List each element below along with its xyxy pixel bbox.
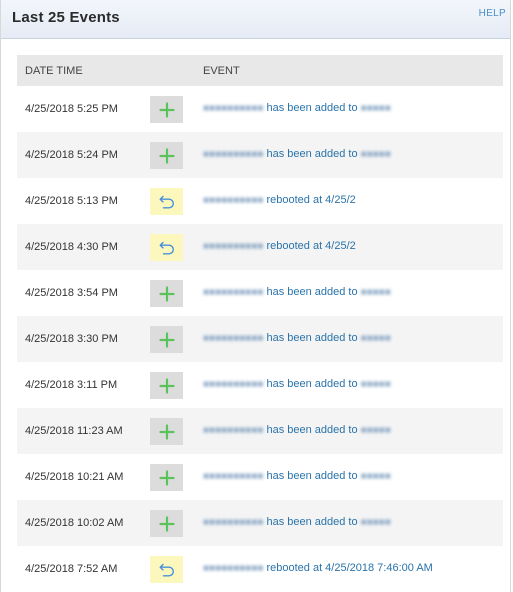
event-subject-redacted[interactable]: ■■■■■■■■■■	[203, 241, 263, 252]
panel-title: Last 25 Events	[12, 9, 120, 26]
reboot-icon	[150, 556, 183, 583]
table-row: 4/25/2018 5:24 PM ■■■■■■■■■■ has been add…	[17, 132, 503, 178]
event-subject-redacted[interactable]: ■■■■■■■■■■	[203, 379, 263, 390]
event-description[interactable]: ■■■■■■■■■■ has been added to ■■■■■	[203, 516, 391, 528]
event-date-time: 4/25/2018 3:54 PM	[25, 287, 118, 299]
table-header: DATE TIME EVENT	[17, 55, 503, 86]
event-text: has been added to	[266, 286, 358, 298]
event-text: rebooted at 4/25/2018 7:46:00 AM	[266, 562, 433, 574]
event-target-redacted[interactable]: ■■■■■	[361, 471, 391, 482]
reboot-icon	[150, 234, 183, 261]
event-target-redacted[interactable]: ■■■■■	[361, 103, 391, 114]
event-description[interactable]: ■■■■■■■■■■ has been added to ■■■■■	[203, 332, 391, 344]
event-subject-redacted[interactable]: ■■■■■■■■■■	[203, 195, 263, 206]
event-subject-redacted[interactable]: ■■■■■■■■■■	[203, 563, 263, 574]
plus-icon	[150, 372, 183, 399]
table-row: 4/25/2018 3:54 PM ■■■■■■■■■■ has been add…	[17, 270, 503, 316]
table-row: 4/25/2018 5:25 PM ■■■■■■■■■■ has been add…	[17, 86, 503, 132]
event-subject-redacted[interactable]: ■■■■■■■■■■	[203, 333, 263, 344]
event-subject-redacted[interactable]: ■■■■■■■■■■	[203, 149, 263, 160]
event-target-redacted[interactable]: ■■■■■	[361, 149, 391, 160]
event-date-time: 4/25/2018 3:11 PM	[25, 379, 118, 391]
event-target-redacted[interactable]: ■■■■■	[361, 287, 391, 298]
panel-header: Last 25 Events HELP	[1, 0, 510, 39]
event-date-time: 4/25/2018 4:30 PM	[25, 241, 118, 253]
reboot-icon	[150, 188, 183, 215]
table-row: 4/25/2018 3:30 PM ■■■■■■■■■■ has been add…	[17, 316, 503, 362]
table-body: 4/25/2018 5:25 PM ■■■■■■■■■■ has been add…	[17, 86, 503, 592]
event-date-time: 4/25/2018 5:13 PM	[25, 195, 118, 207]
column-header-date-time[interactable]: DATE TIME	[25, 65, 83, 77]
event-description[interactable]: ■■■■■■■■■■ has been added to ■■■■■	[203, 424, 391, 436]
table-row: 4/25/2018 10:21 AM ■■■■■■■■■■ has been ad…	[17, 454, 503, 500]
event-date-time: 4/25/2018 10:21 AM	[25, 471, 124, 483]
event-description[interactable]: ■■■■■■■■■■ has been added to ■■■■■	[203, 286, 391, 298]
event-description[interactable]: ■■■■■■■■■■ rebooted at 4/25/2	[203, 240, 356, 252]
event-date-time: 4/25/2018 11:23 AM	[25, 425, 123, 437]
plus-icon	[150, 464, 183, 491]
plus-icon	[150, 280, 183, 307]
event-text: has been added to	[266, 148, 358, 160]
event-date-time: 4/25/2018 7:52 AM	[25, 563, 118, 575]
event-date-time: 4/25/2018 3:30 PM	[25, 333, 118, 345]
event-description[interactable]: ■■■■■■■■■■ has been added to ■■■■■	[203, 378, 391, 390]
event-subject-redacted[interactable]: ■■■■■■■■■■	[203, 517, 263, 528]
plus-icon	[150, 142, 183, 169]
event-date-time: 4/25/2018 10:02 AM	[25, 517, 124, 529]
table-row: 4/25/2018 11:23 AM ■■■■■■■■■■ has been ad…	[17, 408, 503, 454]
event-target-redacted[interactable]: ■■■■■	[361, 379, 391, 390]
event-date-time: 4/25/2018 5:24 PM	[25, 149, 118, 161]
plus-icon	[150, 326, 183, 353]
events-table: DATE TIME EVENT 4/25/2018 5:25 PM ■■■■■■■…	[17, 55, 503, 592]
event-target-redacted[interactable]: ■■■■■	[361, 333, 391, 344]
plus-icon	[150, 96, 183, 123]
event-text: rebooted at 4/25/2	[266, 240, 356, 252]
table-row: 4/25/2018 5:13 PM ■■■■■■■■■■ rebooted at …	[17, 178, 503, 224]
event-subject-redacted[interactable]: ■■■■■■■■■■	[203, 287, 263, 298]
event-description[interactable]: ■■■■■■■■■■ has been added to ■■■■■	[203, 102, 391, 114]
event-date-time: 4/25/2018 5:25 PM	[25, 103, 118, 115]
event-text: has been added to	[266, 470, 358, 482]
event-subject-redacted[interactable]: ■■■■■■■■■■	[203, 425, 263, 436]
event-text: has been added to	[266, 424, 358, 436]
table-row: 4/25/2018 10:02 AM ■■■■■■■■■■ has been ad…	[17, 500, 503, 546]
event-subject-redacted[interactable]: ■■■■■■■■■■	[203, 103, 263, 114]
event-description[interactable]: ■■■■■■■■■■ rebooted at 4/25/2	[203, 194, 356, 206]
plus-icon	[150, 418, 183, 445]
column-header-event[interactable]: EVENT	[203, 65, 240, 77]
event-description[interactable]: ■■■■■■■■■■ has been added to ■■■■■	[203, 148, 391, 160]
event-text: has been added to	[266, 378, 358, 390]
help-link[interactable]: HELP	[479, 8, 506, 19]
event-description[interactable]: ■■■■■■■■■■ has been added to ■■■■■	[203, 470, 391, 482]
events-panel: Last 25 Events HELP DATE TIME EVENT 4/25…	[0, 0, 511, 592]
event-subject-redacted[interactable]: ■■■■■■■■■■	[203, 471, 263, 482]
event-target-redacted[interactable]: ■■■■■	[361, 425, 391, 436]
event-target-redacted[interactable]: ■■■■■	[361, 517, 391, 528]
event-text: has been added to	[266, 332, 358, 344]
event-description[interactable]: ■■■■■■■■■■ rebooted at 4/25/2018 7:46:00…	[203, 562, 433, 574]
table-row: 4/25/2018 7:52 AM ■■■■■■■■■■ rebooted at …	[17, 546, 503, 592]
event-text: rebooted at 4/25/2	[266, 194, 356, 206]
table-row: 4/25/2018 3:11 PM ■■■■■■■■■■ has been add…	[17, 362, 503, 408]
event-text: has been added to	[266, 516, 358, 528]
plus-icon	[150, 510, 183, 537]
table-row: 4/25/2018 4:30 PM ■■■■■■■■■■ rebooted at …	[17, 224, 503, 270]
event-text: has been added to	[266, 102, 358, 114]
